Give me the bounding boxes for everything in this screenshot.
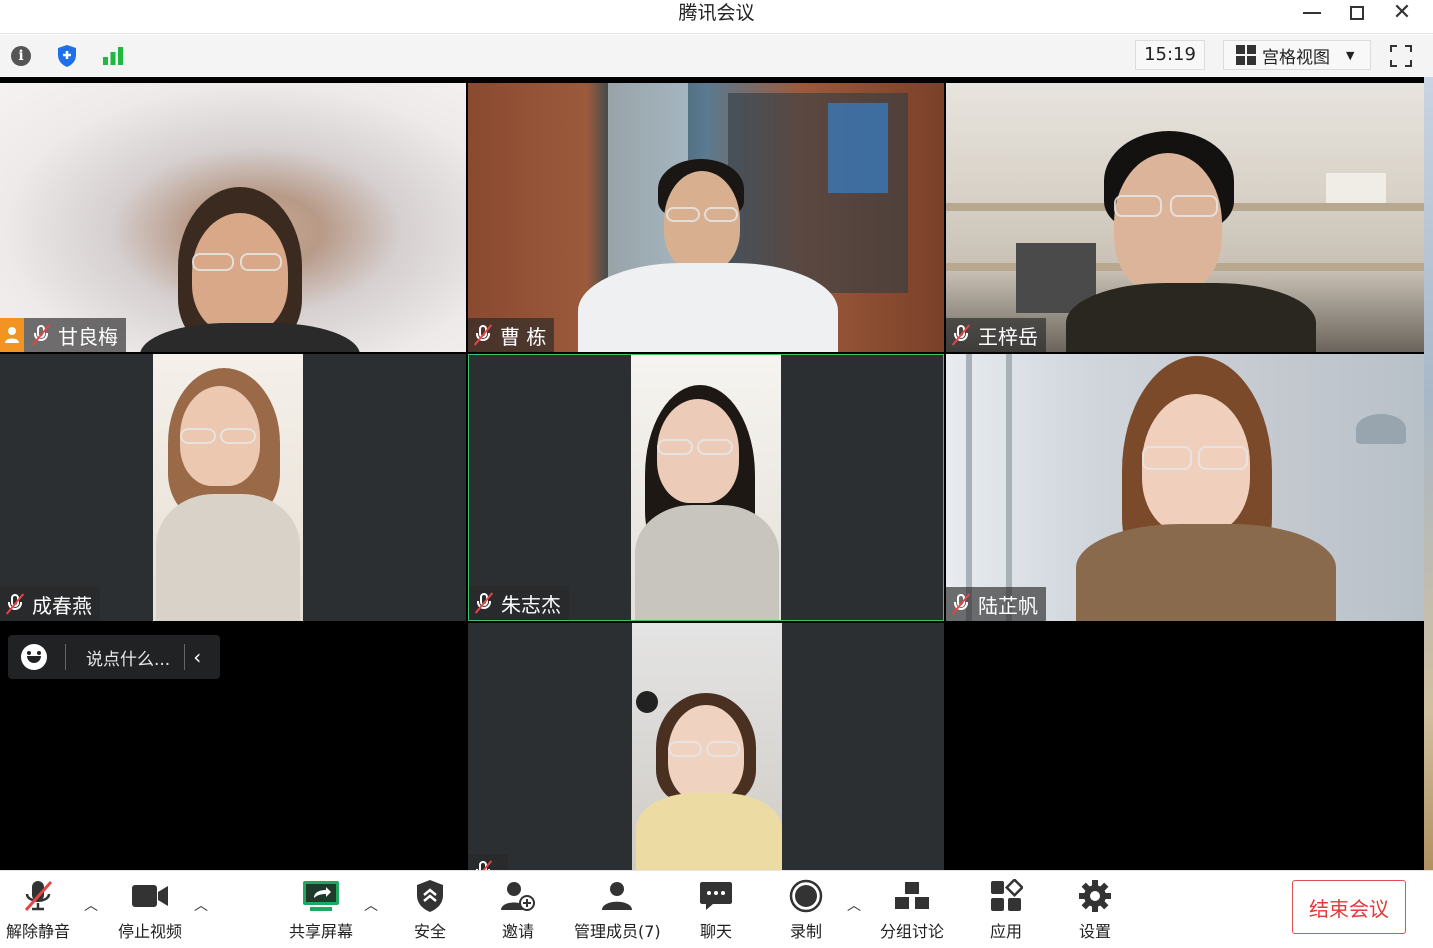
maximize-button[interactable] <box>1335 0 1379 26</box>
participant-name-tag: 成春燕 <box>0 587 100 621</box>
members-icon <box>597 877 637 915</box>
video-camera-icon <box>130 877 170 915</box>
chat-bubble-icon <box>696 877 736 915</box>
minimize-icon <box>1303 12 1321 14</box>
meeting-toolbar: i 15:19 宫格视图 ▼ <box>0 35 1433 77</box>
video-tile[interactable]: 王梓岳 <box>946 83 1424 352</box>
mic-muted-icon <box>473 324 493 346</box>
meeting-controls-bar: 解除静音 ︿ 停止视频 ︿ 共享屏幕 ︿ 安全 邀请 管理成员(7) 聊天 录制… <box>0 870 1433 948</box>
breakout-rooms-button[interactable]: 分组讨论 <box>880 877 944 942</box>
stop-video-label: 停止视频 <box>118 922 183 941</box>
mic-muted-icon <box>473 860 493 870</box>
mic-muted-icon <box>951 324 971 346</box>
grid-view-icon <box>1236 45 1256 65</box>
chat-label: 聊天 <box>699 922 732 941</box>
share-options-chevron-up-icon[interactable]: ︿ <box>364 895 378 915</box>
stop-video-button[interactable]: 停止视频 <box>118 877 182 942</box>
video-tile[interactable]: 成春燕 <box>0 354 466 621</box>
security-status-button[interactable] <box>52 41 82 71</box>
mic-muted-icon <box>18 877 58 915</box>
audio-options-chevron-up-icon[interactable]: ︿ <box>84 895 98 915</box>
gear-icon <box>1075 877 1115 915</box>
participant-name: 甘良梅 <box>58 324 118 349</box>
apps-label: 应用 <box>989 922 1022 941</box>
desktop-background-strip <box>1424 77 1433 870</box>
window-title: 腾讯会议 <box>678 2 755 24</box>
chevron-left-icon[interactable]: ‹ <box>193 645 201 669</box>
chat-placeholder[interactable]: 说点什么... <box>66 645 184 670</box>
participant-name: 曹 栋 <box>500 324 547 349</box>
record-button[interactable]: 录制 <box>786 877 826 942</box>
mic-muted-icon <box>474 592 494 614</box>
video-tile[interactable] <box>468 623 944 870</box>
chat-quick-input[interactable]: 说点什么... ‹ <box>8 635 220 679</box>
participant-name-tag: 王梓岳 <box>946 318 1046 352</box>
fullscreen-button[interactable] <box>1386 41 1416 71</box>
video-options-chevron-up-icon[interactable]: ︿ <box>194 895 208 915</box>
settings-label: 设置 <box>1078 922 1111 941</box>
close-icon: ✕ <box>1392 0 1412 25</box>
apps-icon <box>986 877 1026 915</box>
share-screen-label: 共享屏幕 <box>289 922 354 941</box>
close-button[interactable]: ✕ <box>1380 0 1424 26</box>
view-mode-selector[interactable]: 宫格视图 ▼ <box>1223 40 1371 70</box>
divider <box>184 644 186 670</box>
mic-muted-icon <box>5 593 25 615</box>
participant-name-tag <box>468 854 508 870</box>
invite-label: 邀请 <box>501 922 534 941</box>
chat-button[interactable]: 聊天 <box>696 877 736 942</box>
manage-members-label: 管理成员(7) <box>574 922 661 941</box>
mic-muted-icon <box>951 593 971 615</box>
video-tile-active-speaker[interactable]: 朱志杰 <box>468 354 944 621</box>
apps-button[interactable]: 应用 <box>986 877 1026 942</box>
participant-name: 王梓岳 <box>978 324 1038 349</box>
participant-name-tag: 曹 栋 <box>468 318 555 352</box>
empty-tile <box>946 623 1424 870</box>
video-grid: 甘良梅 曹 栋 王梓岳 成春燕 朱志杰 陆芷帆 <box>0 77 1424 870</box>
security-button[interactable]: 安全 <box>410 877 450 942</box>
meeting-info-button[interactable]: i <box>6 41 36 71</box>
breakout-rooms-label: 分组讨论 <box>880 922 945 941</box>
participant-name: 陆芷帆 <box>978 593 1038 618</box>
meeting-clock: 15:19 <box>1135 40 1205 70</box>
minimize-button[interactable] <box>1290 0 1334 26</box>
participant-name-tag: 朱志杰 <box>469 586 569 620</box>
unmute-label: 解除静音 <box>6 922 71 941</box>
maximize-icon <box>1350 6 1364 20</box>
mic-muted-icon <box>31 324 51 346</box>
info-icon: i <box>11 46 31 66</box>
title-bar: 腾讯会议 ✕ <box>0 0 1433 34</box>
participant-name: 成春燕 <box>32 593 92 618</box>
participant-name: 朱志杰 <box>501 592 561 617</box>
fullscreen-icon <box>1390 45 1412 67</box>
record-options-chevron-up-icon[interactable]: ︿ <box>847 895 861 915</box>
record-icon <box>786 877 826 915</box>
emoji-icon[interactable] <box>21 644 47 670</box>
network-status-button[interactable] <box>98 41 128 71</box>
add-user-icon <box>498 877 538 915</box>
manage-members-button[interactable]: 管理成员(7) <box>574 877 661 942</box>
video-tile[interactable]: 曹 栋 <box>468 83 944 352</box>
shield-icon <box>410 877 450 915</box>
breakout-rooms-icon <box>892 877 932 915</box>
share-screen-button[interactable]: 共享屏幕 <box>289 877 353 942</box>
video-tile[interactable]: 甘良梅 <box>0 83 466 352</box>
unmute-button[interactable]: 解除静音 <box>6 877 70 942</box>
participant-name-tag: 甘良梅 <box>0 318 126 352</box>
share-screen-icon <box>301 877 341 915</box>
participant-name-tag: 陆芷帆 <box>946 587 1046 621</box>
shield-icon <box>58 45 76 67</box>
dropdown-caret-icon: ▼ <box>1346 48 1355 62</box>
invite-button[interactable]: 邀请 <box>498 877 538 942</box>
settings-button[interactable]: 设置 <box>1075 877 1115 942</box>
signal-icon <box>103 47 123 65</box>
host-icon <box>0 318 24 352</box>
view-mode-label: 宫格视图 <box>1262 47 1330 68</box>
end-meeting-button[interactable]: 结束会议 <box>1292 880 1406 934</box>
record-label: 录制 <box>789 922 822 941</box>
security-label: 安全 <box>413 922 446 941</box>
video-tile[interactable]: 陆芷帆 <box>946 354 1424 621</box>
